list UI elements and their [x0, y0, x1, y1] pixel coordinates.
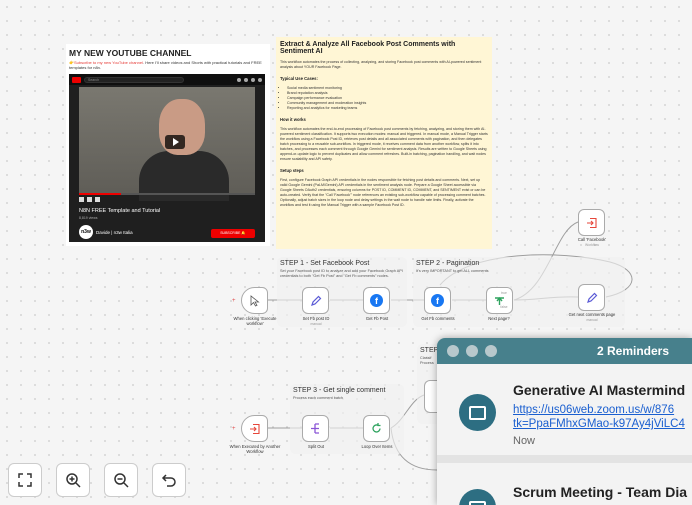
set-post-id-node[interactable]	[302, 287, 329, 314]
zoom-out-icon	[114, 473, 129, 488]
set-post-id-label: Set Fb post ID	[302, 316, 330, 321]
how-it-works-text: This workflow automates the end-to-end p…	[280, 127, 488, 161]
get-next-comments-label: Get next comments page	[568, 312, 616, 317]
video-views: 8,819 views	[79, 216, 98, 220]
undo-icon	[161, 474, 176, 487]
youtube-topbar: Search	[69, 74, 265, 85]
play-icon[interactable]	[165, 135, 185, 149]
setup-text: First, configure Facebook Graph API cred…	[280, 178, 486, 207]
description-intro: This workflow automates the process of c…	[280, 60, 482, 69]
reminder-link[interactable]: https://us06web.zoom.us/w/876	[513, 403, 674, 417]
reminder-item[interactable]: Generative AI Mastermind https://us06web…	[437, 364, 692, 454]
pencil-icon	[310, 295, 321, 306]
true-branch-label: true	[501, 291, 507, 295]
partial-node[interactable]	[424, 380, 438, 413]
cursor-icon	[250, 294, 260, 307]
calendar-icon	[459, 489, 496, 505]
svg-text:+: +	[232, 426, 236, 432]
svg-text:+: +	[232, 298, 236, 304]
how-it-works-heading: How it works	[280, 117, 306, 122]
youtube-sticky-note[interactable]: MY NEW YOUTUBE CHANNEL 👉Subscribe to my …	[66, 44, 270, 246]
use-case-item: Reporting and analytics for marketing te…	[287, 106, 488, 111]
reminder-link-cont[interactable]: tk=PpaFMhxGMao-k97Ay4jViLC4	[513, 417, 685, 431]
step3-desc: Process each comment batch	[293, 396, 344, 400]
description-sticky-note[interactable]: Extract & Analyze All Facebook Post Comm…	[276, 37, 492, 249]
zoom-in-icon	[66, 473, 81, 488]
manual-trigger-node[interactable]	[241, 287, 268, 314]
reminder-time: Now	[513, 435, 536, 447]
call-facebook-sub: Workflow	[585, 243, 599, 247]
youtube-toolbar-icons	[237, 77, 262, 82]
get-fb-post-node[interactable]: f	[363, 287, 390, 314]
youtube-note-title: MY NEW YOUTUBE CHANNEL	[69, 48, 192, 58]
call-facebook-label: Call 'Facebook'	[577, 237, 607, 242]
split-icon	[311, 423, 319, 434]
video-title: N8N FREE Template and Tutorial	[79, 208, 161, 214]
facebook-icon: f	[431, 294, 444, 307]
execute-workflow-icon	[249, 423, 260, 434]
loop-over-node[interactable]	[363, 415, 390, 442]
get-fb-comments-label: Get Fb comments	[421, 316, 455, 321]
fit-view-icon	[18, 473, 32, 487]
use-cases-heading: Typical Use Cases:	[280, 76, 318, 81]
youtube-logo-icon	[72, 76, 81, 83]
zoom-out-button[interactable]	[104, 463, 138, 497]
facebook-icon: f	[370, 294, 383, 307]
reminders-title: 2 Reminders	[597, 344, 670, 358]
exec-trigger-node[interactable]	[241, 415, 268, 442]
get-next-comments-node[interactable]	[578, 284, 605, 311]
false-branch-label: false	[500, 305, 508, 309]
video-progress-bar[interactable]	[79, 193, 255, 195]
step1-desc: Set your Facebook post ID to analyze and…	[280, 269, 403, 278]
window-close-button[interactable]	[447, 345, 459, 357]
setup-heading: Setup steps	[280, 168, 304, 173]
call-facebook-node[interactable]	[578, 209, 605, 236]
video-controls	[79, 197, 255, 203]
get-fb-comments-node[interactable]: f	[424, 287, 451, 314]
channel-avatar: n3w	[79, 225, 93, 239]
step2-desc: It's very IMPORTANT to get ALL comments	[416, 269, 489, 273]
window-maximize-button[interactable]	[485, 345, 497, 357]
channel-info: n3w Davide | n3w Italia	[79, 225, 133, 239]
subscribe-button[interactable]: SUBSCRIBE 🔔	[211, 229, 255, 238]
channel-name: Davide | n3w Italia	[96, 229, 133, 235]
get-next-comments-sub: manual	[586, 318, 598, 322]
split-out-node[interactable]	[302, 415, 329, 442]
video-thumbnail[interactable]: Search N8N FREE Template and Tutorial 8,…	[69, 74, 265, 242]
reminders-window[interactable]: 2 Reminders Generative AI Mastermind htt…	[437, 338, 692, 505]
execute-workflow-icon	[586, 217, 597, 228]
step1-title: STEP 1 - Set Facebook Post	[280, 260, 370, 267]
manual-trigger-label: When clicking 'Execute workflow'	[233, 316, 277, 326]
fit-view-button[interactable]	[8, 463, 42, 497]
loop-icon	[372, 423, 381, 433]
step2-title: STEP 2 - Pagination	[416, 260, 480, 267]
reminder-separator	[437, 455, 692, 463]
use-cases-list: Social media sentiment monitoring Brand …	[280, 86, 488, 111]
loop-over-label: Loop Over Items	[361, 444, 393, 449]
reset-zoom-button[interactable]	[152, 463, 186, 497]
step3-title: STEP 3 - Get single comment	[293, 387, 386, 394]
exec-trigger-label: When Executed by Another Workflow	[229, 444, 281, 454]
reminders-titlebar[interactable]: 2 Reminders	[437, 338, 692, 364]
description-title: Extract & Analyze All Facebook Post Comm…	[280, 41, 456, 55]
get-fb-post-label: Get Fb Post	[365, 316, 389, 321]
youtube-note-subtitle: 👉Subscribe to my new YouTube channel. He…	[69, 60, 267, 70]
window-minimize-button[interactable]	[466, 345, 478, 357]
reminder-item[interactable]: Scrum Meeting - Team Dia	[437, 463, 692, 505]
reminder-title: Generative AI Mastermind	[513, 382, 686, 398]
pencil-icon	[586, 292, 597, 303]
next-page-label: Next page?	[488, 316, 510, 321]
calendar-icon	[459, 394, 496, 431]
set-post-id-sub: manual	[310, 322, 322, 326]
video-frame	[79, 87, 255, 201]
youtube-search-box: Search	[84, 76, 184, 83]
split-out-label: Split Out	[307, 444, 325, 449]
reminder-title: Scrum Meeting - Team Dia	[513, 484, 688, 500]
zoom-in-button[interactable]	[56, 463, 90, 497]
